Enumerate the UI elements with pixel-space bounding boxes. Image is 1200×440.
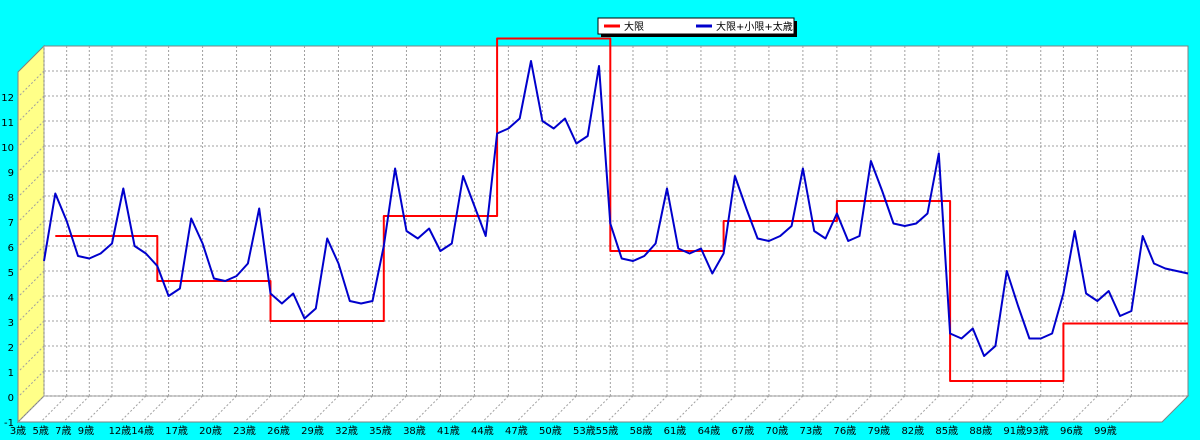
x-tick-label: 14歳 (131, 425, 154, 437)
line-chart: -10123456789101112 3歳 5歳 7歳 9歳 12歳 14歳 17歳 20歳 2… (1, 17, 1190, 437)
y-tick-label: 7 (8, 218, 14, 229)
x-tick-label: 44歳 (471, 425, 494, 437)
chart-floor (16, 395, 1190, 423)
x-tick-label: 73歳 (800, 425, 823, 437)
x-tick-label: 93歳 (1026, 425, 1049, 437)
x-tick-label: 29歳 (301, 425, 324, 437)
x-tick-label: 47歳 (505, 425, 528, 437)
x-tick-label: 67歳 (732, 425, 755, 437)
x-tick-label: 91歳 (1003, 425, 1026, 437)
x-tick-label: 35歳 (369, 425, 392, 437)
x-tick-label: 85歳 (935, 425, 958, 437)
x-tick-label: 82歳 (901, 425, 924, 437)
x-tick-label: 3歳 (10, 425, 26, 437)
chart-container: -1 0 1 2 3 4 5 6 7 8 9 10 11 12 3歳 5歳 7歳 9歳 12歳 14歳 17歳 20歳 2… (0, 0, 1200, 440)
y-tick-label: 3 (8, 318, 14, 329)
x-axis-ticks: 3歳 5歳 7歳 9歳 12歳 14歳 17歳 20歳 23歳 26歳 29歳 32歳 35歳 38歳 41… (10, 425, 1117, 437)
y-tick-label: 9 (8, 168, 14, 179)
x-tick-label: 64歳 (698, 425, 721, 437)
x-tick-label: 96歳 (1060, 425, 1083, 437)
legend-label-1: 大限+小限+太歳 (716, 20, 793, 33)
x-tick-label: 20歳 (199, 425, 222, 437)
x-tick-label: 32歳 (335, 425, 358, 437)
y-tick-label: 2 (8, 343, 14, 354)
x-tick-label: 61歳 (664, 425, 687, 437)
x-tick-label: 9歳 (78, 425, 94, 437)
x-tick-label: 88歳 (969, 425, 992, 437)
x-tick-label: 55歳 (596, 425, 619, 437)
x-tick-label: 76歳 (833, 425, 856, 437)
x-tick-label: 23歳 (233, 425, 256, 437)
y-tick-label: 6 (8, 243, 14, 254)
y-tick-label: 11 (1, 118, 14, 129)
x-tick-label: 5歳 (32, 425, 48, 437)
legend: 大限 大限+小限+太歳 (597, 17, 797, 37)
x-tick-label: 7歳 (55, 425, 71, 437)
y-tick-label: 8 (8, 193, 14, 204)
y-axis-ticks: -10123456789101112 (1, 93, 14, 429)
x-tick-label: 53歳 (573, 425, 596, 437)
x-tick-label: 41歳 (437, 425, 460, 437)
y-tick-label: 4 (8, 293, 14, 304)
y-tick-label: 5 (8, 268, 14, 279)
x-tick-label: 26歳 (267, 425, 290, 437)
y-tick-label: 12 (1, 93, 14, 104)
y-tick-label: 10 (1, 143, 14, 154)
x-tick-label: 70歳 (766, 425, 789, 437)
x-tick-label: 38歳 (403, 425, 426, 437)
x-tick-label: 58歳 (630, 425, 653, 437)
y-tick-label: 1 (8, 368, 14, 379)
x-tick-label: 99歳 (1094, 425, 1117, 437)
chart-backdrop (16, 44, 1190, 424)
x-tick-label: 50歳 (539, 425, 562, 437)
x-tick-label: 17歳 (165, 425, 188, 437)
y-tick-label: 0 (8, 393, 14, 404)
x-tick-label: 79歳 (867, 425, 890, 437)
x-tick-label: 12歳 (109, 425, 132, 437)
left-wall (17, 44, 45, 424)
legend-label-0: 大限 (624, 20, 644, 33)
